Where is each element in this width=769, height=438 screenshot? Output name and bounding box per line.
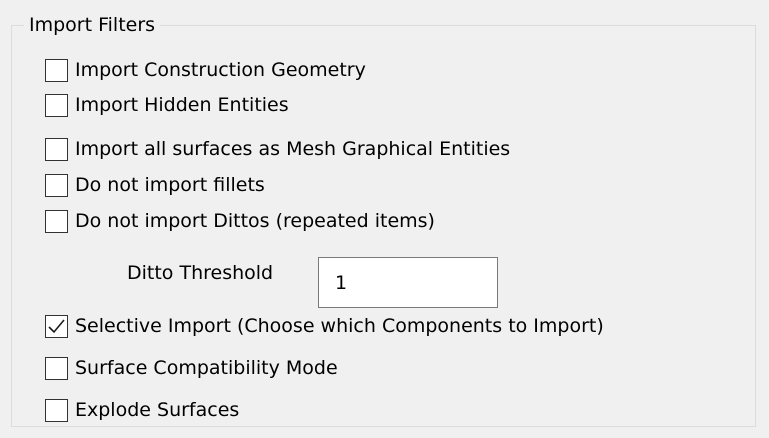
selective-import-label: Selective Import (Choose which Component… bbox=[75, 315, 604, 337]
explode-surfaces-label: Explode Surfaces bbox=[75, 399, 240, 421]
explode-surfaces-option[interactable]: Explode Surfaces bbox=[45, 396, 239, 424]
do-not-import-fillets-label: Do not import fillets bbox=[75, 174, 265, 196]
import-hidden-entities-option[interactable]: Import Hidden Entities bbox=[45, 91, 289, 119]
do-not-import-fillets-option[interactable]: Do not import fillets bbox=[45, 171, 265, 199]
explode-surfaces-checkbox[interactable] bbox=[45, 398, 68, 422]
import-surfaces-as-mesh-label: Import all surfaces as Mesh Graphical En… bbox=[75, 138, 511, 160]
do-not-import-fillets-checkbox[interactable] bbox=[45, 173, 68, 197]
surface-compatibility-mode-label: Surface Compatibility Mode bbox=[75, 357, 338, 379]
selective-import-checkbox[interactable] bbox=[45, 314, 68, 338]
import-filters-title: Import Filters bbox=[24, 13, 161, 37]
import-hidden-entities-label: Import Hidden Entities bbox=[75, 94, 289, 116]
import-construction-geometry-label: Import Construction Geometry bbox=[75, 59, 366, 81]
import-surfaces-as-mesh-option[interactable]: Import all surfaces as Mesh Graphical En… bbox=[45, 135, 510, 163]
surface-compatibility-mode-option[interactable]: Surface Compatibility Mode bbox=[45, 354, 338, 382]
do-not-import-dittos-checkbox[interactable] bbox=[45, 209, 68, 233]
import-surfaces-as-mesh-checkbox[interactable] bbox=[45, 137, 68, 161]
do-not-import-dittos-option[interactable]: Do not import Dittos (repeated items) bbox=[45, 207, 435, 235]
import-construction-geometry-checkbox[interactable] bbox=[45, 58, 68, 82]
ditto-threshold-label: Ditto Threshold bbox=[127, 262, 274, 284]
import-hidden-entities-checkbox[interactable] bbox=[45, 93, 68, 117]
ditto-threshold-input[interactable] bbox=[318, 257, 498, 308]
checkmark-icon bbox=[48, 318, 65, 333]
surface-compatibility-mode-checkbox[interactable] bbox=[45, 356, 68, 380]
selective-import-option[interactable]: Selective Import (Choose which Component… bbox=[45, 312, 604, 340]
do-not-import-dittos-label: Do not import Dittos (repeated items) bbox=[75, 210, 435, 232]
import-construction-geometry-option[interactable]: Import Construction Geometry bbox=[45, 56, 366, 84]
